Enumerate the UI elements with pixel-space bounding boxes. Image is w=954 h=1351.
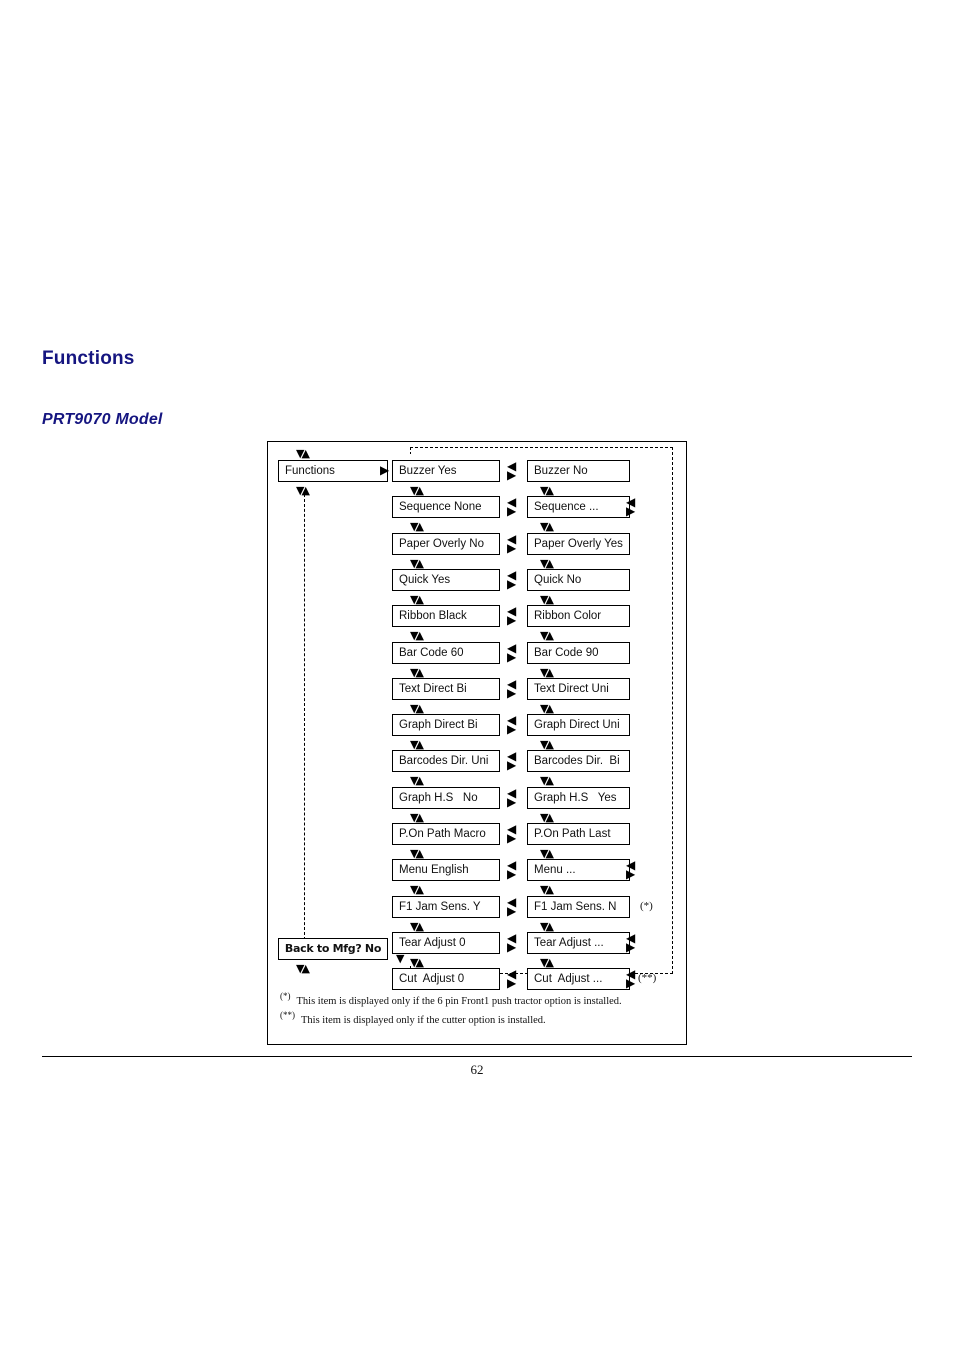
updown-arrow-icon-right-0: ▼▲ <box>540 484 554 497</box>
menu-box-alternate-12[interactable]: F1 Jam Sens. N <box>527 895 630 918</box>
submenu-arrow-icon-13[interactable]: ◀ ▶ <box>626 932 635 953</box>
toggle-arrow-icon-4[interactable]: ◀ ▶ <box>507 605 516 626</box>
toggle-arrow-icon-8[interactable]: ◀ ▶ <box>507 750 516 771</box>
updown-arrow-icon-left-5: ▼▲ <box>410 665 424 679</box>
updown-arrow-icon-left-8: ▼▲ <box>410 774 424 788</box>
menu-box-alternate-1[interactable]: Sequence ... <box>527 496 630 519</box>
submenu-arrow-icon-11[interactable]: ◀ ▶ <box>626 859 635 880</box>
page-number: 62 <box>470 1062 484 1077</box>
toggle-arrow-icon-10[interactable]: ◀ ▶ <box>507 823 516 844</box>
menu-box-alternate-7[interactable]: Graph Direct Uni <box>527 714 630 737</box>
updown-arrow-icon-left-1: ▼▲ <box>410 520 424 534</box>
toggle-arrow-icon-0[interactable]: ◀ ▶ <box>507 460 516 481</box>
footnote-1: (**) This item is displayed only if the c… <box>280 1010 546 1026</box>
footer-divider <box>42 1056 912 1057</box>
menu-box-alternate-9[interactable]: Graph H.S Yes <box>527 786 630 809</box>
updown-arrow-icon-left-13: ▼▲ <box>410 955 424 969</box>
updown-arrow-icon-left-4: ▼▲ <box>410 629 424 643</box>
updown-arrow-icon-left-11: ▼▲ <box>410 883 424 897</box>
menu-box-current-0[interactable]: Buzzer Yes <box>392 460 500 482</box>
updown-arrow-icon-right-13: ▼▲ <box>540 955 554 969</box>
toggle-arrow-icon-7[interactable]: ◀ ▶ <box>507 714 516 735</box>
footnote-marker-12: (*) <box>640 899 653 912</box>
toggle-arrow-icon-11[interactable]: ◀ ▶ <box>507 859 516 880</box>
menu-box-current-3[interactable]: Quick Yes <box>392 568 500 591</box>
updown-arrow-icon-right-1: ▼▲ <box>540 520 554 534</box>
updown-arrow-icon-right-11: ▼▲ <box>540 883 554 897</box>
menu-box-alternate-6[interactable]: Text Direct Uni <box>527 677 630 700</box>
model-subtitle: PRT9070 Model <box>42 411 163 428</box>
menu-box-current-13[interactable]: Tear Adjust 0 <box>392 931 500 954</box>
updown-arrow-icon-right-12: ▼▲ <box>540 919 554 933</box>
updown-arrow-icon-return: ▼▲ <box>296 962 310 975</box>
updown-arrow-icon-left-2: ▼▲ <box>410 556 424 570</box>
updown-arrow-icon-left-12: ▼▲ <box>410 919 424 933</box>
footnote-marker-14: (**) <box>638 972 657 985</box>
updown-arrow-icon-right-8: ▼▲ <box>540 774 554 788</box>
menu-box-alternate-13[interactable]: Tear Adjust ... <box>527 931 630 954</box>
footnote-marker-label-0: (*) <box>280 991 291 1001</box>
page-title: Functions <box>42 348 135 369</box>
menu-box-alternate-4[interactable]: Ribbon Color <box>527 605 630 628</box>
toggle-arrow-icon-3[interactable]: ◀ ▶ <box>507 569 516 590</box>
updown-arrow-icon-right-10: ▼▲ <box>540 847 554 860</box>
updown-arrow-icon-right-9: ▼▲ <box>540 810 554 824</box>
toggle-arrow-icon-14[interactable]: ◀ ▶ <box>507 968 516 989</box>
menu-box-current-10[interactable]: P.On Path Macro <box>392 823 500 845</box>
down-arrow-icon-loop-end: ▼ <box>396 952 405 965</box>
menu-box-alternate-11[interactable]: Menu ... <box>527 859 630 882</box>
menu-box-current-11[interactable]: Menu English <box>392 859 500 882</box>
functions-spine <box>304 494 305 940</box>
submenu-arrow-icon-14[interactable]: ◀ ▶ <box>626 968 635 989</box>
right-arrow-icon-root: ▶ <box>380 463 390 477</box>
menu-box-current-9[interactable]: Graph H.S No <box>392 786 500 809</box>
menu-box-alternate-3[interactable]: Quick No <box>527 568 630 591</box>
updown-arrow-icon-left-6: ▼▲ <box>410 701 424 715</box>
updown-arrow-icon-left-9: ▼▲ <box>410 810 424 824</box>
updown-arrow-icon-right-6: ▼▲ <box>540 701 554 715</box>
updown-arrow-icon-right-4: ▼▲ <box>540 629 554 643</box>
toggle-arrow-icon-1[interactable]: ◀ ▶ <box>507 496 516 517</box>
updown-arrow-icon-left-10: ▼▲ <box>410 847 424 860</box>
menu-box-back-to-mfg[interactable]: Back to Mfg? No <box>278 938 388 960</box>
menu-box-current-6[interactable]: Text Direct Bi <box>392 677 500 700</box>
updown-arrow-icon-right-2: ▼▲ <box>540 556 554 570</box>
menu-box-alternate-10[interactable]: P.On Path Last <box>527 823 630 845</box>
menu-box-alternate-0[interactable]: Buzzer No <box>527 460 630 482</box>
menu-box-current-14[interactable]: Cut Adjust 0 <box>392 968 500 991</box>
menu-box-current-5[interactable]: Bar Code 60 <box>392 641 500 664</box>
updown-arrow-icon-left-7: ▼▲ <box>410 738 424 752</box>
menu-box-current-8[interactable]: Barcodes Dir. Uni <box>392 750 500 773</box>
menu-box-current-1[interactable]: Sequence None <box>392 496 500 519</box>
toggle-arrow-icon-2[interactable]: ◀ ▶ <box>507 533 516 554</box>
menu-box-alternate-5[interactable]: Bar Code 90 <box>527 641 630 664</box>
footnote-text-0: This item is displayed only if the 6 pin… <box>296 995 622 1007</box>
updown-arrow-icon-right-3: ▼▲ <box>540 592 554 606</box>
toggle-arrow-icon-6[interactable]: ◀ ▶ <box>507 678 516 699</box>
updown-arrow-icon-left-0: ▼▲ <box>410 484 424 497</box>
toggle-arrow-icon-12[interactable]: ◀ ▶ <box>507 896 516 917</box>
menu-box-current-12[interactable]: F1 Jam Sens. Y <box>392 895 500 918</box>
updown-arrow-icon-right-7: ▼▲ <box>540 738 554 752</box>
toggle-arrow-icon-5[interactable]: ◀ ▶ <box>507 642 516 663</box>
footnote-0: (*) This item is displayed only if the 6 … <box>280 991 622 1007</box>
menu-box-alternate-14[interactable]: Cut Adjust ... <box>527 968 630 991</box>
updown-arrow-icon-root-top: ▼▲ <box>296 447 310 460</box>
toggle-arrow-icon-13[interactable]: ◀ ▶ <box>507 932 516 953</box>
menu-box-current-7[interactable]: Graph Direct Bi <box>392 714 500 737</box>
footnote-text-1: This item is displayed only if the cutte… <box>301 1014 546 1026</box>
submenu-arrow-icon-1[interactable]: ◀ ▶ <box>626 496 635 517</box>
footnote-marker-label-1: (**) <box>280 1010 295 1020</box>
menu-box-functions[interactable]: Functions <box>278 460 388 482</box>
menu-box-alternate-8[interactable]: Barcodes Dir. Bi <box>527 750 630 773</box>
toggle-arrow-icon-9[interactable]: ◀ ▶ <box>507 787 516 808</box>
menu-box-alternate-2[interactable]: Paper Overly Yes <box>527 532 630 555</box>
menu-box-current-2[interactable]: Paper Overly No <box>392 532 500 555</box>
updown-arrow-icon-right-5: ▼▲ <box>540 665 554 679</box>
menu-flowchart: ▼▲ Functions ▼▲ ▶ Back to Mfg? No ▼▲ Buz… <box>267 441 687 1045</box>
updown-arrow-icon-left-3: ▼▲ <box>410 592 424 606</box>
menu-box-current-4[interactable]: Ribbon Black <box>392 605 500 628</box>
updown-arrow-icon-root-bottom: ▼▲ <box>296 484 310 497</box>
